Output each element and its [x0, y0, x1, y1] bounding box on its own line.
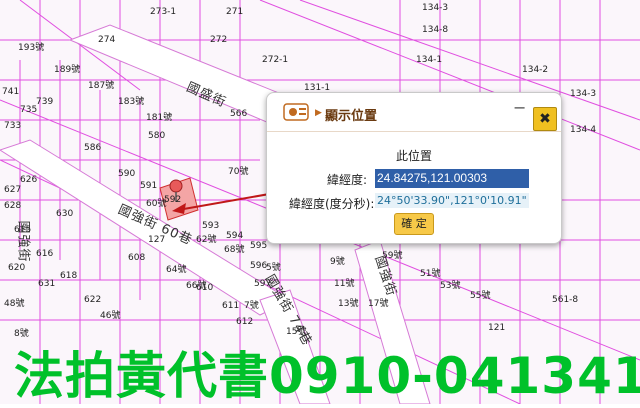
parcel-label: 616: [36, 249, 54, 259]
parcel-label: 735: [20, 105, 38, 115]
close-button[interactable]: ✖: [533, 107, 557, 131]
location-icon: [283, 103, 309, 121]
parcel-label: 51號: [420, 269, 441, 279]
parcel-label: 272-1: [262, 55, 289, 65]
parcel-label: 627: [4, 185, 22, 195]
parcel-label: 611: [222, 301, 240, 311]
parcel-label: 134-1: [416, 55, 443, 65]
parcel-label: 590: [118, 169, 136, 179]
parcel-label: 68號: [224, 245, 245, 255]
parcel-label: 121: [488, 323, 506, 333]
parcel-label: 66號: [186, 281, 207, 291]
parcel-label: 631: [38, 279, 56, 289]
parcel-label: 9號: [330, 257, 345, 267]
dialog-header: ▶ 顯示位置 − ✖: [267, 93, 561, 132]
decimal-coord-field[interactable]: [375, 169, 529, 188]
parcel-label: 7號: [244, 301, 259, 311]
dms-coord-value[interactable]: 24°50'33.90",121°0'10.91": [375, 193, 529, 208]
parcel-label: 566: [230, 109, 248, 119]
parcel-label: 53號: [440, 281, 461, 291]
parcel-label: 181號: [146, 113, 173, 123]
parcel-label: 55號: [470, 291, 491, 301]
parcel-label: 17號: [368, 299, 389, 309]
parcel-label: 618: [60, 271, 78, 281]
parcel-label: 187號: [88, 81, 115, 91]
parcel-label: 622: [84, 295, 102, 305]
parcel-label: 134-3: [422, 3, 449, 13]
parcel-label: 273-1: [150, 7, 177, 17]
parcel-label: 596: [250, 261, 268, 271]
parcel-label: 626: [20, 175, 38, 185]
parcel-label: 183號: [118, 97, 145, 107]
parcel-label: 594: [226, 231, 244, 241]
decimal-coord-label: 緯經度:: [327, 173, 368, 187]
parcel-label: 272: [210, 35, 228, 45]
parcel-label: 580: [148, 131, 166, 141]
title-caret-icon: ▶: [315, 108, 322, 118]
show-location-dialog: ▶ 顯示位置 − ✖ 此位置 緯經度: 緯經度(度分秒): 24°50'33.9…: [266, 92, 562, 244]
parcel-label: 593: [202, 221, 220, 231]
parcel-label: 134-3: [570, 89, 597, 99]
parcel-label: 64號: [166, 265, 187, 275]
parcel-label: 46號: [100, 311, 121, 321]
parcel-label: 60號: [146, 199, 167, 209]
dms-coord-label: 緯經度(度分秒):: [289, 197, 375, 211]
parcel-label: 741: [2, 87, 20, 97]
road-label: 國強街: [15, 220, 31, 263]
dialog-subtitle: 此位置: [395, 149, 432, 163]
watermark-text: 法拍黃代書0910-041341: [14, 347, 640, 405]
parcel-label: 733: [4, 121, 22, 131]
parcel-label: 134-4: [570, 125, 597, 135]
parcel-label: 193號: [18, 43, 45, 53]
parcel-label: 11號: [334, 279, 355, 289]
parcel-label: 274: [98, 35, 116, 45]
parcel-label: 739: [36, 97, 54, 107]
parcel-label: 620: [8, 263, 26, 273]
minimize-button[interactable]: −: [513, 100, 526, 116]
confirm-button[interactable]: 確 定: [394, 213, 434, 235]
parcel-label: 628: [4, 201, 22, 211]
parcel-label: 70號: [228, 167, 249, 177]
parcel-label: 189號: [54, 65, 81, 75]
parcel-label: 48號: [4, 299, 25, 309]
parcel-label: 630: [56, 209, 74, 219]
dialog-title: 顯示位置: [325, 109, 378, 124]
parcel-label: 134-8: [422, 25, 449, 35]
parcel-label: 591: [140, 181, 158, 191]
parcel-label: 561-8: [552, 295, 579, 305]
parcel-label: 13號: [338, 299, 359, 309]
parcel-label: 592: [164, 195, 182, 205]
parcel-label: 62號: [196, 235, 217, 245]
parcel-label: 134-2: [522, 65, 549, 75]
parcel-label: 271: [226, 7, 244, 17]
parcel-label: 612: [236, 317, 254, 327]
parcel-label: 608: [128, 253, 146, 263]
parcel-label: 595: [250, 241, 268, 251]
parcel-label: 586: [84, 143, 102, 153]
